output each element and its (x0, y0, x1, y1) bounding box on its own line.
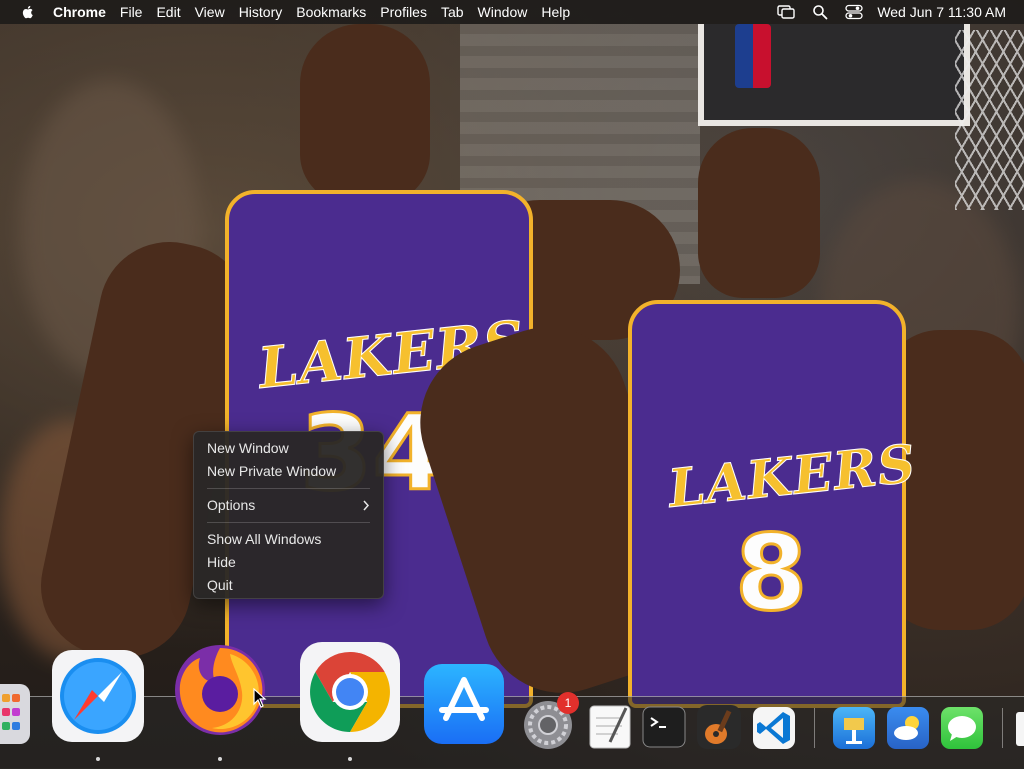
menu-profiles[interactable]: Profiles (373, 0, 434, 24)
safari-icon[interactable] (52, 650, 144, 742)
menu-separator (207, 522, 370, 523)
menu-item-new-window[interactable]: New Window (194, 437, 383, 460)
menu-item-quit[interactable]: Quit (194, 574, 383, 597)
screen-mirroring-icon[interactable] (777, 4, 796, 20)
document-icon[interactable] (1016, 712, 1024, 746)
menu-bar: Chrome File Edit View History Bookmarks … (0, 0, 1024, 24)
dock-context-menu: New Window New Private Window Options Sh… (193, 431, 384, 599)
menu-item-new-private-window[interactable]: New Private Window (194, 460, 383, 483)
menu-help[interactable]: Help (534, 0, 577, 24)
running-indicator (348, 757, 352, 761)
menu-history[interactable]: History (232, 0, 290, 24)
app-store-icon[interactable] (424, 664, 504, 744)
menu-view[interactable]: View (188, 0, 232, 24)
keynote-icon[interactable] (832, 706, 876, 750)
launchpad-icon[interactable] (0, 684, 30, 744)
menu-tab[interactable]: Tab (434, 0, 471, 24)
control-center-icon[interactable] (845, 4, 863, 20)
dock-divider (814, 708, 815, 748)
menu-edit[interactable]: Edit (149, 0, 187, 24)
dock-divider (1002, 708, 1003, 748)
nba-logo-icon (735, 24, 771, 88)
basketball-net (955, 30, 1024, 210)
menu-item-label: Options (207, 497, 256, 513)
menu-item-hide[interactable]: Hide (194, 551, 383, 574)
menu-file[interactable]: File (113, 0, 150, 24)
menu-item-options[interactable]: Options (194, 494, 383, 517)
menu-bar-clock[interactable]: Wed Jun 7 11:30 AM (871, 0, 1024, 24)
menu-item-show-all-windows[interactable]: Show All Windows (194, 528, 383, 551)
menu-app-name[interactable]: Chrome (46, 0, 113, 24)
messages-icon[interactable] (940, 706, 984, 750)
desktop-wallpaper: LAKERS 34 LAKERS 8 (0, 0, 1024, 768)
running-indicator (218, 757, 222, 761)
textedit-icon[interactable] (588, 704, 632, 750)
jersey-number: 8 (733, 511, 808, 636)
vscode-icon[interactable] (752, 706, 796, 750)
running-indicator (96, 757, 100, 761)
status-area: Wed Jun 7 11:30 AM (769, 0, 1024, 24)
chrome-icon[interactable] (300, 642, 400, 742)
apple-logo-icon[interactable] (20, 4, 36, 20)
mouse-pointer-icon (253, 688, 267, 708)
terminal-icon[interactable] (642, 706, 686, 748)
menu-bookmarks[interactable]: Bookmarks (289, 0, 373, 24)
notification-badge: 1 (557, 692, 579, 714)
chevron-right-icon (363, 500, 370, 511)
menu-separator (207, 488, 370, 489)
search-icon[interactable] (811, 4, 829, 20)
weather-icon[interactable] (886, 706, 930, 750)
menu-window[interactable]: Window (471, 0, 535, 24)
garageband-icon[interactable] (696, 704, 742, 750)
